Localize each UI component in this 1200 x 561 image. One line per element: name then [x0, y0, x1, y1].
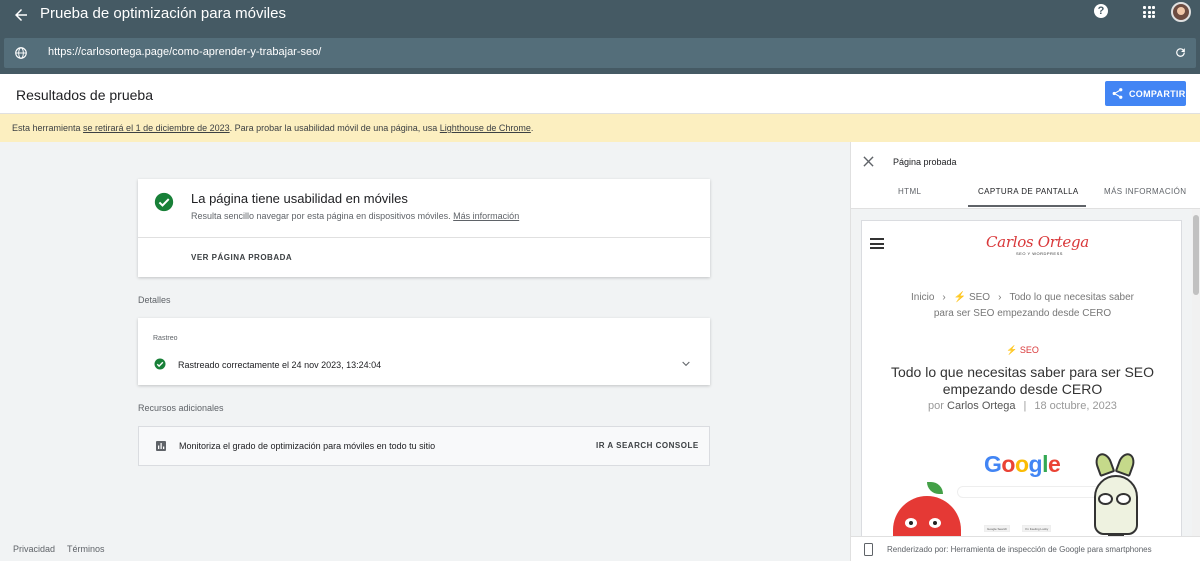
panel-title: Página probada [893, 157, 957, 167]
meta-date: 18 octubre, 2023 [1034, 400, 1117, 412]
share-button[interactable]: COMPARTIR [1105, 81, 1186, 106]
resources-text: Monitoriza el grado de optimización para… [179, 441, 436, 451]
breadcrumb-home: Inicio [911, 292, 935, 303]
usability-title: La página tiene usabilidad en móviles [191, 191, 408, 206]
meta-author: Carlos Ortega [947, 400, 1016, 412]
globe-icon [15, 47, 27, 59]
resources-heading: Recursos adicionales [138, 403, 224, 413]
banner-text-3: . [530, 123, 534, 133]
meta-by: por [928, 400, 948, 412]
url-input[interactable]: https://carlosortega.page/como-aprender-… [48, 46, 321, 58]
check-circle-icon [154, 358, 166, 370]
post-category: ⚡ SEO [1006, 345, 1039, 355]
retirement-link[interactable]: se retirará el 1 de diciembre de 2023 [83, 123, 230, 133]
smartphone-icon [864, 543, 873, 556]
radish-character-illustration [1088, 450, 1144, 536]
apple-character-illustration [893, 482, 961, 536]
reload-icon[interactable] [1174, 46, 1187, 59]
chevron-down-icon[interactable] [682, 361, 690, 367]
privacy-link[interactable]: Privacidad [13, 544, 55, 554]
google-letter: o [1014, 451, 1029, 477]
deprecation-banner: Esta herramienta se retirará el 1 de dic… [0, 114, 1200, 142]
crawl-label: Rastreo [153, 335, 178, 342]
banner-text-1: Esta herramienta [12, 123, 84, 133]
render-info-text: Renderizado por: Herramienta de inspecci… [887, 545, 1152, 554]
app-title: Prueba de optimización para móviles [40, 5, 286, 22]
breadcrumb-separator: › [998, 292, 1002, 303]
scrollbar[interactable] [1192, 209, 1200, 536]
back-arrow-icon[interactable] [12, 6, 30, 24]
results-header: Resultados de prueba COMPARTIR [0, 74, 1200, 114]
url-bar[interactable]: https://carlosortega.page/como-aprender-… [4, 38, 1196, 68]
usability-subtitle-text: Resulta sencillo navegar por esta página… [191, 211, 451, 221]
breadcrumb: Inicio › ⚡ SEO › Todo lo que necesitas saber… [862, 290, 1181, 322]
banner-text-2: . Para probar la usabilidad móvil de una… [229, 123, 440, 133]
usability-subtitle: Resulta sencillo navegar por esta página… [191, 211, 519, 221]
usability-summary-card: La página tiene usabilidad en móviles Re… [138, 179, 710, 277]
share-label: COMPARTIR [1129, 89, 1186, 99]
close-icon[interactable] [863, 156, 874, 167]
check-circle-icon [154, 192, 174, 212]
google-logo: Google [984, 451, 1061, 478]
active-tab-indicator [968, 205, 1086, 207]
app-bar: Prueba de optimización para móviles ? ht… [0, 0, 1200, 74]
scrollbar-thumb[interactable] [1193, 215, 1199, 295]
details-heading: Detalles [138, 295, 171, 305]
crawl-card[interactable]: Rastreo Rastreado correctamente el 24 no… [138, 318, 710, 385]
help-icon[interactable]: ? [1094, 4, 1108, 18]
render-info: Renderizado por: Herramienta de inspecci… [851, 536, 1200, 561]
tab-screenshot[interactable]: CAPTURA DE PANTALLA [978, 187, 1079, 196]
search-console-button[interactable]: IR A SEARCH CONSOLE [596, 441, 699, 450]
account-avatar[interactable] [1171, 2, 1191, 22]
post-title: Todo lo que necesitas saber para ser SEO… [890, 364, 1155, 397]
crawl-status: Rastreado correctamente el 24 nov 2023, … [178, 360, 382, 370]
more-info-link[interactable]: Más información [453, 211, 519, 221]
breadcrumb-separator: › [942, 292, 946, 303]
tab-html[interactable]: HTML [898, 187, 921, 196]
google-letter: o [1001, 451, 1015, 477]
lucky-button-illustration: I'm Feeling Lucky [1022, 525, 1052, 532]
breadcrumb-page-line-2: para ser SEO empezando desde CERO [933, 308, 1112, 319]
search-console-card: Monitoriza el grado de optimización para… [138, 426, 710, 466]
screenshot-viewport[interactable]: Carlos Ortega SEO Y WORDPRESS Inicio › ⚡ S… [851, 208, 1200, 536]
breadcrumb-page-line-1: Todo lo que necesitas saber [1009, 292, 1134, 303]
terms-link[interactable]: Términos [67, 544, 105, 554]
lighthouse-link[interactable]: Lighthouse de Chrome [440, 123, 531, 133]
google-letter: G [984, 451, 1002, 477]
tab-more-info[interactable]: MÁS INFORMACIÓN [1104, 187, 1186, 196]
post-meta: por Carlos Ortega | 18 octubre, 2023 [862, 400, 1181, 412]
hamburger-menu-icon [870, 238, 884, 249]
tested-page-panel: Página probada HTML CAPTURA DE PANTALLA … [850, 142, 1200, 561]
bar-chart-icon [156, 441, 166, 451]
site-logo-tagline: SEO Y WORDPRESS [1016, 251, 1063, 256]
site-logo: Carlos Ortega [986, 233, 1089, 251]
rendered-page-screenshot: Carlos Ortega SEO Y WORDPRESS Inicio › ⚡ S… [861, 220, 1182, 536]
results-title: Resultados de prueba [16, 87, 153, 103]
google-letter: g [1028, 451, 1043, 477]
apps-grid-icon[interactable] [1143, 6, 1155, 18]
share-icon [1112, 88, 1123, 99]
search-button-illustration: Google Search [984, 525, 1011, 532]
divider [138, 237, 710, 238]
meta-separator: | [1023, 400, 1027, 412]
view-tested-page-button[interactable]: VER PÁGINA PROBADA [191, 253, 292, 262]
breadcrumb-category: ⚡ SEO [953, 292, 991, 303]
google-letter: e [1047, 451, 1061, 477]
